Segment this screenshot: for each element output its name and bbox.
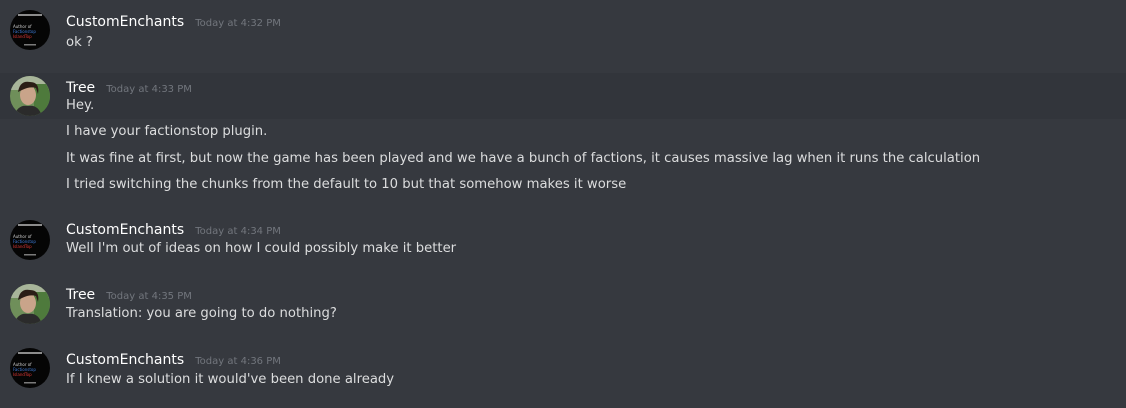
customenchants-avatar-image: Author of Factionstop IslandTop [10, 10, 50, 50]
chat-messages: Author of Factionstop IslandTop CustomEn… [0, 0, 1126, 408]
message-text: It was fine at first, but now the game h… [66, 151, 981, 166]
message-group: Tree Today at 4:35 PM Translation: you a… [0, 273, 1126, 339]
message-header: Tree Today at 4:33 PM [66, 77, 192, 96]
message-header: Tree Today at 4:35 PM [66, 284, 192, 303]
timestamp: Today at 4:36 PM [195, 356, 281, 367]
tree-avatar[interactable] [10, 284, 50, 324]
username[interactable]: CustomEnchants [66, 222, 184, 238]
username[interactable]: CustomEnchants [66, 14, 184, 30]
message-text: I tried switching the chunks from the de… [66, 177, 627, 192]
avatar-text-islandtop: IslandTop [13, 372, 32, 377]
customenchants-avatar[interactable]: Author of Factionstop IslandTop [10, 348, 50, 388]
tree-avatar-image [10, 76, 50, 116]
customenchants-avatar[interactable]: Author of Factionstop IslandTop [10, 220, 50, 260]
message-text: I have your factionstop plugin. [66, 124, 268, 139]
tree-avatar-image [10, 284, 50, 324]
message-text: Hey. [66, 98, 95, 113]
message-group: Author of Factionstop IslandTop CustomEn… [0, 0, 1126, 66]
avatar-text-islandtop: IslandTop [13, 244, 32, 249]
message-text: Translation: you are going to do nothing… [66, 306, 337, 321]
message-header: CustomEnchants Today at 4:32 PM [66, 11, 281, 30]
tree-avatar[interactable] [10, 76, 50, 116]
avatar-text-islandtop: IslandTop [13, 34, 32, 39]
timestamp: Today at 4:33 PM [106, 84, 192, 95]
message-text: ok ? [66, 35, 93, 50]
message-group: Author of Factionstop IslandTop CustomEn… [0, 208, 1126, 274]
customenchants-avatar-image: Author of Factionstop IslandTop [10, 348, 50, 388]
message-text: Well I'm out of ideas on how I could pos… [66, 241, 457, 256]
timestamp: Today at 4:32 PM [195, 18, 281, 29]
customenchants-avatar[interactable]: Author of Factionstop IslandTop [10, 10, 50, 50]
timestamp: Today at 4:34 PM [195, 226, 281, 237]
message-group: Author of Factionstop IslandTop CustomEn… [0, 338, 1126, 408]
message-text: If I knew a solution it would've been do… [66, 372, 395, 387]
message-header: CustomEnchants Today at 4:34 PM [66, 219, 281, 238]
customenchants-avatar-image: Author of Factionstop IslandTop [10, 220, 50, 260]
message-group: Tree Today at 4:33 PM Hey. I have your f… [0, 66, 1126, 206]
username[interactable]: CustomEnchants [66, 352, 184, 368]
username[interactable]: Tree [66, 287, 95, 303]
username[interactable]: Tree [66, 80, 95, 96]
timestamp: Today at 4:35 PM [106, 291, 192, 302]
message-header: CustomEnchants Today at 4:36 PM [66, 349, 281, 368]
